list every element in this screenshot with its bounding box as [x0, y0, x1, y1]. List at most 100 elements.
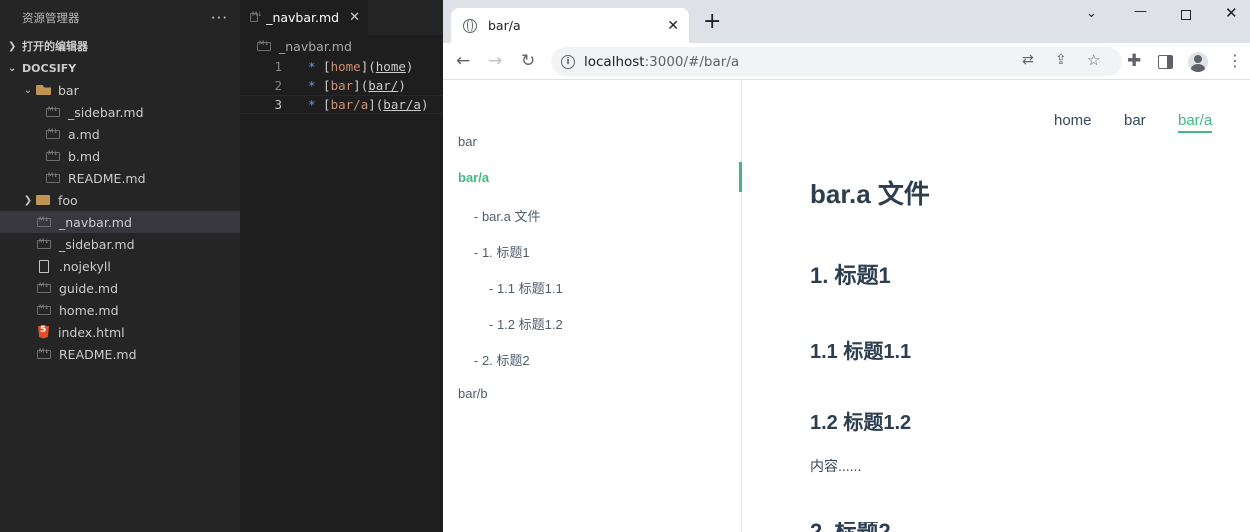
sidebar-link[interactable]: - 1.1 标题1.1 — [489, 278, 563, 297]
tree-item-label: a.md — [68, 126, 100, 142]
workspace-label: DOCSIFY — [22, 61, 77, 75]
sidebar-link[interactable]: bar/a — [458, 170, 489, 185]
breadcrumb[interactable]: _navbar.md — [240, 35, 443, 57]
file-icon — [39, 259, 49, 273]
paragraph: 内容...... — [810, 458, 862, 474]
chevron-down-icon: ⌄ — [23, 84, 33, 96]
tree-item[interactable]: ❯ foo — [0, 189, 240, 211]
window-close-icon[interactable]: ✕ — [1225, 4, 1238, 22]
bracket: ]( — [360, 59, 376, 74]
tree-item[interactable]: a.md — [0, 123, 240, 145]
tree-item[interactable]: .nojekyll — [0, 255, 240, 277]
reload-icon[interactable]: ↻ — [521, 51, 535, 71]
bracket: ) — [420, 97, 429, 112]
breadcrumb-label: _navbar.md — [279, 38, 352, 54]
markdown-icon — [46, 150, 60, 161]
tree-item[interactable]: README.md — [0, 167, 240, 189]
docs-sidebar: bar bar/a - bar.a 文件 - 1. 标题1 - 1.1 标题1.1 - 1… — [443, 80, 742, 532]
tree-item-label: _sidebar.md — [68, 104, 144, 120]
html5-icon — [38, 325, 49, 339]
sidebar-link[interactable]: - bar.a 文件 — [474, 206, 540, 225]
page-title: bar.a 文件 — [810, 179, 930, 209]
bracket: ) — [405, 59, 414, 74]
tree-item-label: README.md — [68, 170, 146, 186]
tree-item[interactable]: _sidebar.md — [0, 101, 240, 123]
browser-titlebar: bar/a ✕ + ⌄ — ✕ — [443, 0, 1250, 43]
tree-item[interactable]: README.md — [0, 343, 240, 365]
heading-1: 1. 标题1 — [810, 263, 891, 288]
tree-item[interactable]: guide.md — [0, 277, 240, 299]
share-icon[interactable]: ⇪ — [1055, 52, 1067, 68]
minimize-icon[interactable]: — — [1134, 4, 1147, 19]
md-bullet: * — [308, 78, 316, 93]
sidebar-link[interactable]: - 2. 标题2 — [474, 350, 530, 369]
code-area[interactable]: 1 * [home](home) 2 * [bar](bar/) 3 * [bar/a](… — [240, 57, 443, 114]
tree-item[interactable]: _navbar.md — [0, 211, 240, 233]
markdown-icon — [37, 304, 51, 315]
open-editors-section[interactable]: ❯ 打开的编辑器 — [0, 35, 240, 57]
browser-tab[interactable]: bar/a ✕ — [451, 8, 689, 43]
code-line[interactable]: 1 * [home](home) — [240, 57, 443, 76]
tree-item[interactable]: ⌄ bar — [0, 79, 240, 101]
tree-item-label: guide.md — [59, 280, 119, 296]
heading-2-partial: 2. 标题2 — [810, 522, 930, 532]
markdown-icon — [46, 106, 60, 117]
open-editors-label: 打开的编辑器 — [22, 40, 88, 53]
close-icon[interactable]: ✕ — [349, 10, 360, 25]
back-arrow-icon[interactable]: ← — [456, 51, 470, 71]
sidebar-link[interactable]: bar/b — [458, 386, 488, 401]
tree-item-label: _navbar.md — [59, 214, 132, 230]
markdown-icon — [257, 40, 271, 51]
link-text: bar — [330, 78, 354, 93]
sidebar-link[interactable]: bar — [458, 134, 477, 149]
markdown-icon — [37, 238, 51, 249]
folder-open-icon — [36, 85, 51, 95]
line-number: 2 — [274, 78, 282, 93]
more-actions-icon[interactable]: ··· — [211, 9, 228, 27]
new-tab-button[interactable]: + — [703, 11, 721, 33]
tree-item[interactable]: index.html — [0, 321, 240, 343]
folder-icon — [36, 195, 50, 205]
kebab-menu-icon[interactable]: ⋮ — [1227, 51, 1243, 71]
sidebar-link[interactable]: - 1. 标题1 — [474, 242, 530, 261]
heading-1-2: 1.2 标题1.2 — [810, 412, 912, 434]
tree-item[interactable]: b.md — [0, 145, 240, 167]
tab-search-icon[interactable]: ⌄ — [1086, 6, 1097, 21]
docsify-page: bar bar/a - bar.a 文件 - 1. 标题1 - 1.1 标题1.1 - 1… — [443, 80, 1250, 532]
tree-item-label: .nojekyll — [59, 258, 111, 274]
tree-item[interactable]: _sidebar.md — [0, 233, 240, 255]
info-icon[interactable]: i — [561, 54, 575, 69]
bookmark-star-icon[interactable]: ☆ — [1087, 51, 1100, 69]
nav-link[interactable]: bar — [1124, 112, 1146, 129]
tree-item-label: _sidebar.md — [59, 236, 135, 252]
code-line[interactable]: 2 * [bar](bar/) — [240, 76, 443, 95]
forward-arrow-icon[interactable]: → — [488, 51, 502, 71]
chevron-right-icon: ❯ — [23, 194, 33, 206]
explorer-panel: 资源管理器 ··· ❯ 打开的编辑器 ⌄ DOCSIFY ⌄ bar _sideba… — [0, 0, 240, 532]
maximize-icon[interactable] — [1181, 10, 1191, 20]
bracket: ) — [398, 78, 406, 93]
code-line[interactable]: 3 * [bar/a](bar/a) — [240, 95, 443, 114]
code-text: * [bar/a](bar/a) — [282, 97, 428, 112]
md-bullet: * — [308, 97, 316, 112]
nav-link[interactable]: home — [1054, 112, 1092, 129]
docs-content: home bar bar/a bar.a 文件 1. 标题1 1.1 标题1.1 1… — [742, 80, 1250, 532]
code-text: * [home](home) — [282, 59, 413, 74]
markdown-icon — [37, 282, 51, 293]
nav-link[interactable]: bar/a — [1178, 112, 1213, 133]
editor-tab-navbar[interactable]: _navbar.md ✕ — [240, 0, 368, 35]
globe-icon — [463, 18, 477, 33]
side-panel-icon[interactable] — [1158, 55, 1173, 69]
tree-item-label: bar — [58, 82, 79, 98]
chevron-down-icon: ⌄ — [8, 62, 17, 74]
tree-item-label: foo — [58, 192, 78, 208]
profile-avatar-icon[interactable] — [1188, 52, 1208, 72]
address-bar[interactable]: i localhost:3000/#/bar/a ⇄ ⇪ ☆ — [551, 47, 1122, 76]
tree-item[interactable]: home.md — [0, 299, 240, 321]
close-tab-icon[interactable]: ✕ — [667, 18, 679, 34]
link-url: home — [375, 59, 406, 74]
workspace-section[interactable]: ⌄ DOCSIFY — [0, 57, 240, 79]
translate-icon[interactable]: ⇄ — [1022, 52, 1034, 68]
extensions-icon[interactable]: ✚ — [1127, 51, 1141, 71]
sidebar-link[interactable]: - 1.2 标题1.2 — [489, 314, 563, 333]
